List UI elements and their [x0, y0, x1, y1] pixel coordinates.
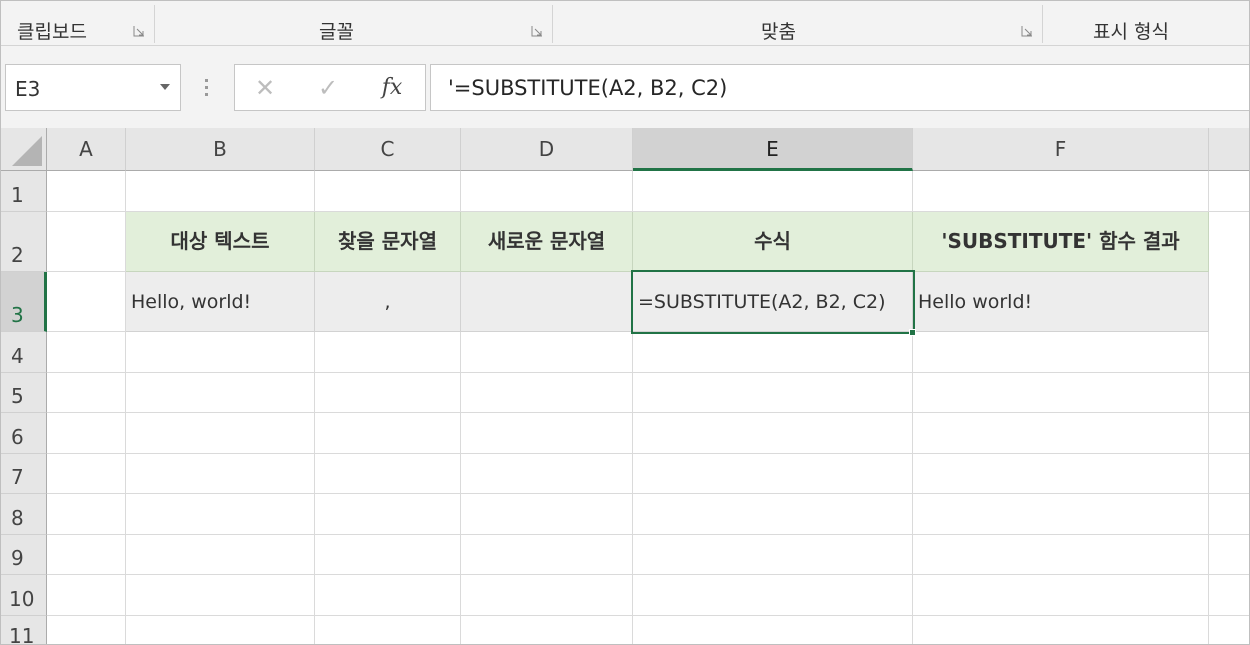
dialog-launcher-icon[interactable] [133, 25, 145, 37]
ribbon-group-font: 글꼴 [155, 1, 551, 46]
column-header-c[interactable]: C [315, 128, 461, 171]
row-number: 6 [11, 425, 24, 449]
ribbon-group-clipboard: 클립보드 [1, 1, 153, 46]
cell-a2[interactable] [47, 212, 126, 272]
column-header-e[interactable]: E [633, 128, 913, 171]
row-header-5[interactable]: 5 [1, 373, 47, 413]
dialog-launcher-icon[interactable] [1021, 25, 1033, 37]
row-header-1[interactable]: 1 [1, 171, 47, 212]
chevron-down-icon[interactable] [160, 84, 170, 90]
cell-f2[interactable]: 'SUBSTITUTE' 함수 결과 [913, 212, 1209, 272]
cell-a3[interactable] [47, 272, 126, 332]
row-number: 5 [11, 384, 24, 408]
ribbon-group-alignment: 맞춤 [553, 1, 1041, 46]
row-number: 3 [11, 303, 24, 327]
insert-function-icon[interactable]: fx [375, 73, 409, 103]
name-box-value: E3 [15, 77, 41, 101]
ribbon-group-bar: 클립보드 글꼴 맞춤 표시 형식 [1, 1, 1249, 46]
row-header-4[interactable]: 4 [1, 332, 47, 373]
excel-window: 클립보드 글꼴 맞춤 표시 형식 E3 ✕ ✓ fx '=SUBSTITUTE(… [0, 0, 1250, 645]
row-number: 9 [11, 546, 24, 570]
cancel-icon[interactable]: ✕ [248, 73, 282, 103]
enter-icon[interactable]: ✓ [311, 73, 345, 103]
ribbon-group-label-font: 글꼴 [319, 21, 354, 43]
drag-handle-icon[interactable] [205, 79, 209, 97]
cell-e2[interactable]: 수식 [633, 212, 913, 272]
column-header-next[interactable] [1209, 128, 1249, 171]
cell-d3[interactable] [461, 272, 633, 332]
row-header-10[interactable]: 10 [1, 575, 47, 616]
row-header-6[interactable]: 6 [1, 413, 47, 454]
row-number: 2 [11, 243, 24, 267]
row-header-2[interactable]: 2 [1, 212, 47, 272]
column-header-f[interactable]: F [913, 128, 1209, 171]
row-header-11[interactable]: 11 [1, 616, 47, 645]
row-header-9[interactable]: 9 [1, 535, 47, 575]
row-number: 4 [11, 344, 24, 368]
column-header-b[interactable]: B [126, 128, 315, 171]
row-header-3[interactable]: 3 [1, 272, 47, 332]
formula-buttons: ✕ ✓ fx [234, 64, 426, 111]
ribbon-group-label-alignment: 맞춤 [761, 21, 796, 43]
select-all-button[interactable] [1, 128, 47, 171]
fill-handle[interactable] [909, 329, 916, 336]
ribbon-group-label-number: 표시 형식 [1093, 21, 1169, 43]
formula-input[interactable]: '=SUBSTITUTE(A2, B2, C2) [430, 64, 1249, 111]
cell-b3[interactable]: Hello, world! [126, 272, 315, 332]
row-number: 8 [11, 506, 24, 530]
worksheet-grid: A B C D E F 1 2 3 4 5 6 7 8 9 10 11 대상 텍… [1, 128, 1249, 645]
ribbon-group-number: 표시 형식 [1043, 1, 1249, 46]
dialog-launcher-icon[interactable] [531, 25, 543, 37]
row-number: 7 [11, 465, 24, 489]
formula-bar: E3 ✕ ✓ fx '=SUBSTITUTE(A2, B2, C2) [1, 46, 1249, 128]
column-header-a[interactable]: A [47, 128, 126, 171]
row-number: 1 [11, 183, 24, 207]
cell-d2[interactable]: 새로운 문자열 [461, 212, 633, 272]
row-header-7[interactable]: 7 [1, 454, 47, 494]
formula-text: '=SUBSTITUTE(A2, B2, C2) [448, 76, 728, 100]
cell-f3[interactable]: Hello world! [913, 272, 1209, 332]
ribbon-group-label-clipboard: 클립보드 [17, 21, 87, 43]
row-header-8[interactable]: 8 [1, 494, 47, 535]
name-box[interactable]: E3 [5, 64, 181, 111]
column-header-d[interactable]: D [461, 128, 633, 171]
row-number: 10 [9, 587, 35, 611]
cell-c2[interactable]: 찾을 문자열 [315, 212, 461, 272]
select-all-icon [12, 136, 42, 166]
cell-c3[interactable]: , [315, 272, 461, 332]
active-cell-border [631, 270, 915, 334]
cell-b2[interactable]: 대상 텍스트 [126, 212, 315, 272]
row-number: 11 [9, 624, 35, 645]
